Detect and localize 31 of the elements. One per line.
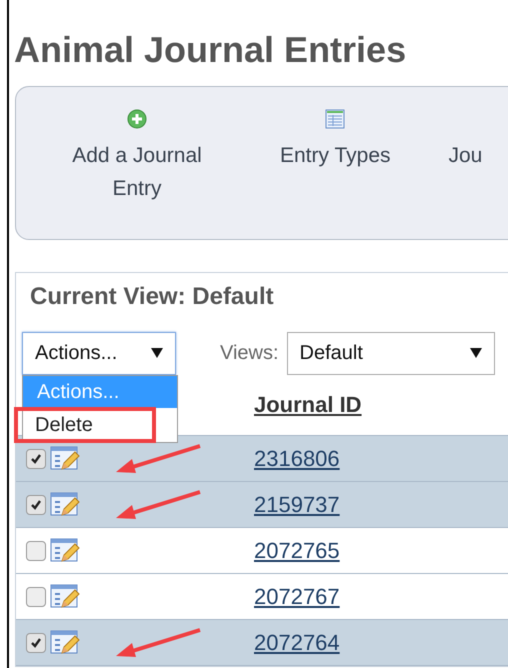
toolbar-link[interactable]: Entry Types <box>280 139 390 172</box>
journal-id-link[interactable]: 2072767 <box>254 584 340 610</box>
views-label: Views: <box>220 342 279 364</box>
dropdown-caret-icon <box>151 348 163 358</box>
actions-select[interactable]: Actions... <box>22 332 176 374</box>
checkbox[interactable] <box>26 586 46 606</box>
table-row[interactable]: 2316806 <box>16 436 508 482</box>
toolbar-link[interactable]: Jou <box>448 139 482 172</box>
journal-id-link[interactable]: 2072764 <box>254 630 340 656</box>
table-icon[interactable] <box>325 109 346 129</box>
checkbox[interactable] <box>26 540 46 560</box>
edit-icon[interactable] <box>50 582 80 610</box>
dropdown-caret-icon <box>470 348 482 358</box>
toolbar-link[interactable]: Add a Journal Entry <box>52 139 222 205</box>
checkmark-icon <box>30 636 42 648</box>
journal-id-link[interactable]: 2072765 <box>254 538 340 564</box>
checkbox[interactable] <box>26 448 46 468</box>
table-row[interactable]: 2159737 <box>16 482 508 528</box>
journal-id-link[interactable]: 2159737 <box>254 492 340 518</box>
checkbox[interactable] <box>26 632 46 652</box>
checkmark-icon <box>30 452 42 464</box>
journal-id-link[interactable]: 2316806 <box>254 446 340 472</box>
checkbox[interactable] <box>26 494 46 514</box>
views-select[interactable]: Default <box>286 332 495 374</box>
add-icon[interactable] <box>127 109 147 129</box>
table-row[interactable]: 2072764 <box>16 620 508 666</box>
checkmark-icon <box>30 498 42 510</box>
edit-icon[interactable] <box>50 536 80 564</box>
column-header[interactable]: Journal ID <box>254 392 362 418</box>
view-heading: Current View: Default <box>29 282 275 311</box>
page-title: Animal Journal Entries <box>13 28 408 72</box>
